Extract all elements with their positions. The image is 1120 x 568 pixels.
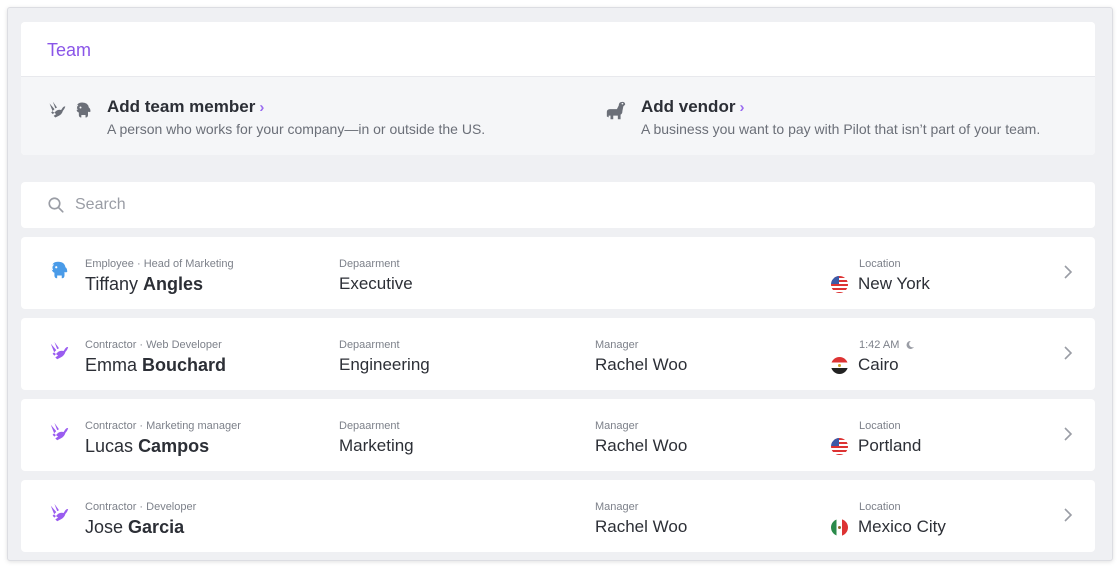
- us-flag-icon: [831, 275, 848, 293]
- member-role: Employee · Head of Marketing: [85, 258, 234, 270]
- elephant-icon: [51, 261, 68, 279]
- department-label: Depaarment: [339, 258, 400, 270]
- header-bar: Team: [21, 22, 1095, 77]
- add-vendor-label: Add vendor: [641, 97, 736, 116]
- add-vendor-button[interactable]: Add vendor › A business you want to pay w…: [605, 97, 1040, 137]
- member-role: Contractor · Developer: [85, 501, 197, 513]
- manager-label: Manager: [595, 501, 639, 513]
- chevron-right-icon: [1064, 427, 1073, 441]
- rabbit-icon: [49, 101, 66, 118]
- manager-label: Manager: [595, 339, 639, 351]
- location-value: Cairo: [858, 355, 899, 374]
- member-name-cell: Contractor · Marketing manager Lucas Cam…: [85, 420, 241, 457]
- local-time: 1:42 AM: [859, 339, 900, 351]
- chevron-right-icon: ›: [259, 99, 265, 116]
- add-team-member-label: Add team member: [107, 97, 256, 116]
- member-role: Contractor · Web Developer: [85, 339, 222, 351]
- member-first-name: Jose: [85, 517, 124, 537]
- manager-value: Rachel Woo: [595, 355, 688, 374]
- member-last-name: Bouchard: [142, 355, 227, 375]
- department-value: Marketing: [339, 436, 414, 455]
- moon-icon: [906, 340, 915, 349]
- chevron-right-icon: ›: [739, 99, 745, 116]
- manager-cell: Manager Rachel Woo: [595, 501, 687, 537]
- team-member-row[interactable]: Contractor · Developer Jose Garcia Manag…: [21, 480, 1095, 552]
- location-value: Mexico City: [858, 517, 946, 536]
- add-team-member-description: A person who works for your company—in o…: [107, 121, 486, 137]
- department-value: Engineering: [339, 355, 430, 374]
- member-first-name: Tiffany: [85, 274, 139, 294]
- add-actions: Add team member › A person who works for …: [21, 77, 1095, 155]
- add-team-member-button[interactable]: Add team member › A person who works for …: [47, 97, 485, 137]
- member-first-name: Emma: [85, 355, 138, 375]
- elephant-icon: [76, 102, 91, 118]
- manager-label: Manager: [595, 420, 639, 432]
- member-last-name: Campos: [138, 436, 210, 456]
- manager-value: Rachel Woo: [595, 517, 688, 536]
- member-name-cell: Contractor · Developer Jose Garcia: [85, 501, 196, 538]
- rabbit-icon: [50, 341, 69, 360]
- egypt-flag-icon: [831, 356, 848, 374]
- location-cell: Location Portland: [831, 420, 922, 456]
- member-first-name: Lucas: [85, 436, 134, 456]
- dinosaur-icon: [606, 101, 626, 120]
- department-cell: Depaarment Engineering: [339, 339, 430, 375]
- member-last-name: Garcia: [128, 517, 185, 537]
- location-cell: Location Mexico City: [831, 501, 946, 537]
- rabbit-icon: [50, 503, 69, 522]
- manager-cell: Manager Rachel Woo: [595, 420, 687, 456]
- department-value: Executive: [339, 274, 413, 293]
- member-name-cell: Contractor · Web Developer Emma Bouchard: [85, 339, 226, 376]
- search-bar: [21, 182, 1095, 228]
- member-last-name: Angles: [143, 274, 204, 294]
- add-vendor-description: A business you want to pay with Pilot th…: [641, 121, 1041, 137]
- search-input[interactable]: [75, 196, 975, 214]
- team-header-card: Team Add team member › A person who work…: [21, 22, 1095, 155]
- chevron-right-icon: [1064, 346, 1073, 360]
- location-label: Location: [859, 501, 901, 513]
- location-value: Portland: [858, 436, 922, 455]
- rabbit-icon: [50, 422, 69, 441]
- team-member-row[interactable]: Contractor · Web Developer Emma Bouchard…: [21, 318, 1095, 390]
- department-label: Depaarment: [339, 420, 400, 432]
- chevron-right-icon: [1064, 265, 1073, 279]
- department-cell: Depaarment Executive: [339, 258, 413, 294]
- location-label: Location: [859, 420, 901, 432]
- search-icon: [48, 197, 64, 213]
- member-role: Contractor · Marketing manager: [85, 420, 241, 432]
- member-name-cell: Employee · Head of Marketing Tiffany Ang…: [85, 258, 234, 295]
- department-label: Depaarment: [339, 339, 400, 351]
- mexico-flag-icon: [831, 518, 848, 536]
- manager-cell: Manager Rachel Woo: [595, 339, 687, 375]
- page-title: Team: [47, 40, 92, 60]
- team-member-row[interactable]: Employee · Head of Marketing Tiffany Ang…: [21, 237, 1095, 309]
- location-value: New York: [858, 274, 930, 293]
- manager-value: Rachel Woo: [595, 436, 688, 455]
- us-flag-icon: [831, 437, 848, 455]
- team-page: Team Add team member › A person who work…: [7, 7, 1113, 561]
- department-cell: Depaarment Marketing: [339, 420, 414, 456]
- chevron-right-icon: [1064, 508, 1073, 522]
- location-label: Location: [859, 258, 901, 270]
- team-member-row[interactable]: Contractor · Marketing manager Lucas Cam…: [21, 399, 1095, 471]
- location-cell: Location New York: [831, 258, 930, 294]
- location-cell: 1:42 AM Cairo: [831, 339, 915, 375]
